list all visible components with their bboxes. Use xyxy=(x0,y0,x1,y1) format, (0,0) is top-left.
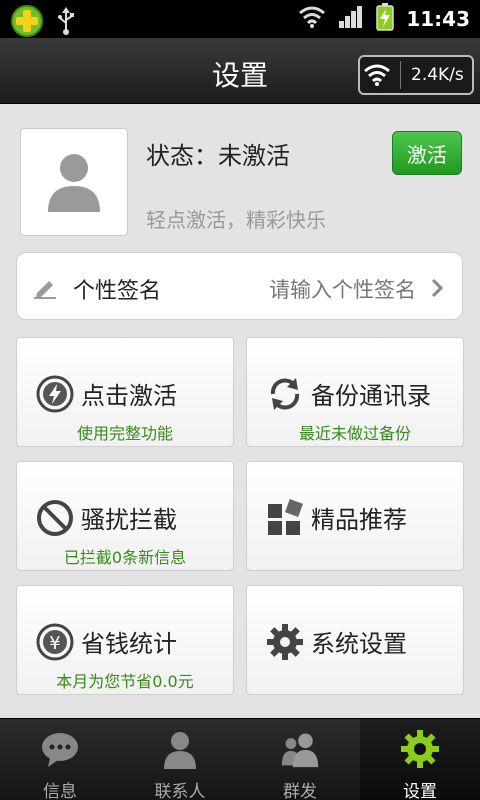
block-icon xyxy=(35,498,75,538)
speed-value: 2.4K/s xyxy=(411,65,464,85)
tab-label: 联系人 xyxy=(154,782,206,800)
tile-label: 精品推荐 xyxy=(311,506,407,534)
battery-charging-icon xyxy=(376,3,395,35)
title-bar: 设置 2.4K/s xyxy=(0,38,480,104)
status-bar: 11:43 xyxy=(0,0,480,38)
tile-subtitle: 使用完整功能 xyxy=(76,424,173,443)
chat-icon xyxy=(40,729,80,769)
gear-icon xyxy=(265,622,305,662)
contact-icon xyxy=(160,729,200,769)
signal-icon xyxy=(338,5,364,33)
network-speed-widget[interactable]: 2.4K/s xyxy=(358,55,474,95)
gear-icon xyxy=(400,729,440,769)
divider xyxy=(400,61,401,89)
tile-subtitle: 本月为您节省0.0元 xyxy=(56,672,194,691)
tile-activate[interactable]: 点击激活 使用完整功能 xyxy=(16,337,234,447)
tile-label: 备份通讯录 xyxy=(311,382,431,410)
tab-messages[interactable]: 信息 xyxy=(0,719,120,800)
person-icon xyxy=(48,154,100,212)
chevron-right-icon xyxy=(430,277,444,303)
lightning-icon xyxy=(35,374,75,414)
tile-label: 省钱统计 xyxy=(81,630,177,658)
avatar[interactable] xyxy=(20,128,128,236)
360-security-icon xyxy=(10,4,44,42)
svg-text:¥: ¥ xyxy=(49,633,60,654)
signature-row[interactable]: 个性签名 请输入个性签名 xyxy=(16,252,463,320)
tile-harassment-block[interactable]: 骚扰拦截 已拦截0条新信息 xyxy=(16,461,234,571)
activation-status: 状态：未激活 xyxy=(146,142,290,170)
tab-broadcast[interactable]: 群发 xyxy=(240,719,360,800)
tile-subtitle: 最近未做过备份 xyxy=(298,424,411,443)
wifi-icon xyxy=(360,57,394,93)
tab-label: 信息 xyxy=(43,782,77,800)
pencil-icon xyxy=(33,277,57,303)
activate-button[interactable]: 激活 xyxy=(392,131,462,175)
tile-system-settings[interactable]: 系统设置 xyxy=(246,585,464,695)
signature-label: 个性签名 xyxy=(73,279,162,304)
tile-savings-stats[interactable]: ¥ 省钱统计 本月为您节省0.0元 xyxy=(16,585,234,695)
tile-recommended[interactable]: 精品推荐 xyxy=(246,461,464,571)
signature-input[interactable]: 请输入个性签名 xyxy=(269,274,416,304)
group-icon xyxy=(280,729,320,769)
usb-icon xyxy=(56,6,76,40)
tab-contacts[interactable]: 联系人 xyxy=(120,719,240,800)
tile-subtitle: 已拦截0条新信息 xyxy=(63,548,187,567)
tile-label: 骚扰拦截 xyxy=(81,506,177,534)
tab-label: 群发 xyxy=(283,782,317,800)
tab-settings[interactable]: 设置 xyxy=(360,719,480,800)
tile-label: 系统设置 xyxy=(311,630,407,658)
clock: 11:43 xyxy=(406,7,470,31)
wifi-icon xyxy=(298,5,326,33)
bottom-tab-bar: 信息 联系人 群发 设置 xyxy=(0,718,480,800)
tab-label: 设置 xyxy=(403,782,437,800)
apps-icon xyxy=(265,498,305,538)
tile-label: 点击激活 xyxy=(81,382,177,410)
sync-icon xyxy=(265,374,305,414)
yuan-icon: ¥ xyxy=(35,622,75,662)
tile-backup-contacts[interactable]: 备份通讯录 最近未做过备份 xyxy=(246,337,464,447)
activation-hint: 轻点激活，精彩快乐 xyxy=(146,208,326,232)
